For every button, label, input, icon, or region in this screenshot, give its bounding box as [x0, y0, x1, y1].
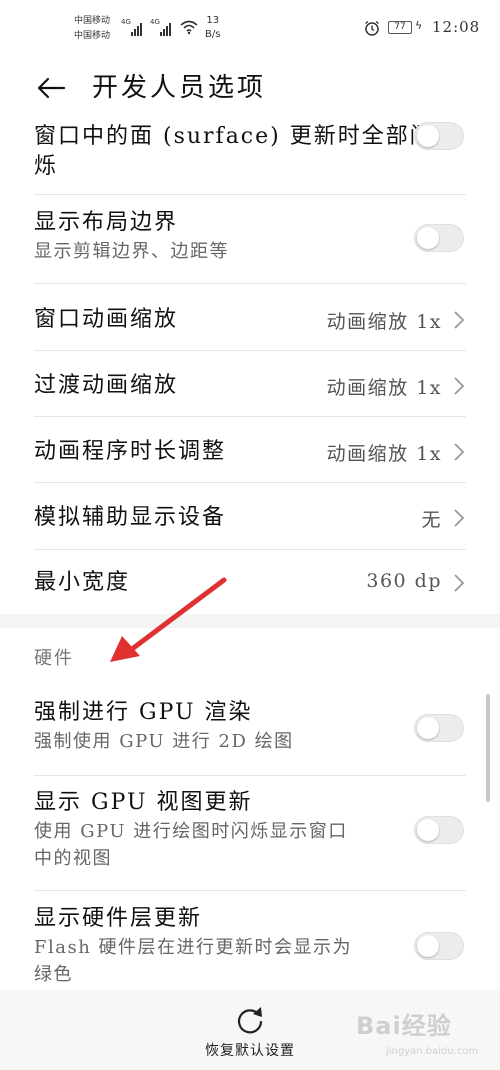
- setting-value: 360 dp: [366, 570, 442, 592]
- setting-subtitle: 显示剪辑边界、边距等: [34, 241, 229, 262]
- network-speed: 13 B/s: [205, 14, 220, 42]
- setting-subtitle: 使用 GPU 进行绘图时闪烁显示窗口: [34, 821, 348, 842]
- carrier-2: 中国移动: [74, 31, 111, 41]
- signal-bars-1-icon: [131, 20, 142, 36]
- arrow-left-icon[interactable]: [36, 76, 66, 100]
- setting-value: 动画缩放 1x: [326, 311, 442, 333]
- setting-item-surface-flash[interactable]: 窗口中的面 (surface) 更新时全部闪 烁: [34, 122, 466, 186]
- chevron-right-icon: [454, 377, 465, 395]
- chevron-right-icon: [454, 574, 465, 592]
- section-header-hardware: 硬件: [34, 648, 74, 669]
- setting-item-simulate-secondary-display[interactable]: 模拟辅助显示设备 无: [34, 503, 466, 535]
- setting-subtitle-continued: 中的视图: [34, 848, 112, 869]
- show-gpu-view-updates-toggle[interactable]: [414, 816, 464, 844]
- setting-item-force-gpu-rendering[interactable]: 强制进行 GPU 渲染 强制使用 GPU 进行 2D 绘图: [34, 698, 466, 762]
- setting-title: 显示硬件层更新: [34, 906, 203, 931]
- carrier-1: 中国移动: [74, 16, 111, 26]
- refresh-icon[interactable]: [234, 1004, 266, 1036]
- charging-icon: ϟ: [415, 19, 423, 32]
- divider: [34, 775, 466, 776]
- scrollbar[interactable]: [486, 694, 490, 802]
- divider: [34, 283, 466, 284]
- network-type-1: 4G: [121, 18, 131, 26]
- red-arrow-icon: [110, 577, 227, 662]
- watermark-logo: Bai经验: [356, 1012, 452, 1040]
- battery-level: 77: [388, 21, 412, 34]
- setting-subtitle-continued: 绿色: [34, 964, 73, 985]
- divider: [34, 890, 466, 891]
- carrier-info: 中国移动 中国移动: [74, 14, 124, 44]
- section-separator: [0, 614, 500, 628]
- divider: [34, 194, 466, 195]
- setting-item-animator-duration-scale[interactable]: 动画程序时长调整 动画缩放 1x: [34, 437, 466, 469]
- setting-title: 模拟辅助显示设备: [34, 505, 227, 530]
- setting-title: 显示布局边界: [34, 210, 179, 235]
- network-speed-value: 13: [206, 15, 220, 26]
- chevron-right-icon: [454, 509, 465, 527]
- alarm-icon: [365, 20, 379, 36]
- setting-item-smallest-width[interactable]: 最小宽度 360 dp: [34, 568, 466, 600]
- status-bar: 中国移动 中国移动 4G 4G 13 B/s 77 ϟ 12:08: [0, 0, 500, 56]
- divider: [34, 482, 466, 483]
- setting-item-window-animation-scale[interactable]: 窗口动画缩放 动画缩放 1x: [34, 305, 466, 337]
- layout-bounds-toggle[interactable]: [414, 224, 464, 252]
- divider: [34, 416, 466, 417]
- surface-flash-toggle[interactable]: [414, 122, 464, 150]
- setting-subtitle: Flash 硬件层在进行更新时会显示为: [34, 937, 353, 958]
- divider: [34, 549, 466, 550]
- setting-subtitle: 强制使用 GPU 进行 2D 绘图: [34, 731, 294, 752]
- watermark-url: jingyan.baidu.com: [386, 1046, 479, 1057]
- wifi-icon: [180, 20, 198, 35]
- page-title: 开发人员选项: [92, 73, 267, 103]
- network-type-2: 4G: [150, 18, 160, 26]
- show-hardware-layer-updates-toggle[interactable]: [414, 932, 464, 960]
- watermark: Bai经验 jingyan.baidu.com: [356, 1006, 479, 1062]
- setting-title: 显示 GPU 视图更新: [34, 790, 253, 815]
- chevron-right-icon: [454, 311, 465, 329]
- setting-value: 动画缩放 1x: [326, 443, 442, 465]
- signal-bars-2-icon: [160, 20, 171, 36]
- setting-item-layout-bounds[interactable]: 显示布局边界 显示剪辑边界、边距等: [34, 208, 466, 272]
- network-speed-unit: B/s: [205, 29, 221, 40]
- clock: 12:08: [432, 18, 481, 36]
- setting-title: 窗口中的面 (surface) 更新时全部闪: [34, 124, 434, 149]
- setting-item-show-gpu-view-updates[interactable]: 显示 GPU 视图更新 使用 GPU 进行绘图时闪烁显示窗口 中的视图: [34, 788, 466, 880]
- setting-item-transition-animation-scale[interactable]: 过渡动画缩放 动画缩放 1x: [34, 371, 466, 403]
- force-gpu-rendering-toggle[interactable]: [414, 714, 464, 742]
- chevron-right-icon: [454, 443, 465, 461]
- setting-title: 强制进行 GPU 渲染: [34, 700, 253, 725]
- setting-value: 无: [421, 509, 442, 531]
- setting-item-show-hardware-layer-updates[interactable]: 显示硬件层更新 Flash 硬件层在进行更新时会显示为 绿色: [34, 904, 466, 994]
- divider: [34, 350, 466, 351]
- setting-value: 动画缩放 1x: [326, 377, 442, 399]
- setting-title-continued: 烁: [34, 154, 59, 179]
